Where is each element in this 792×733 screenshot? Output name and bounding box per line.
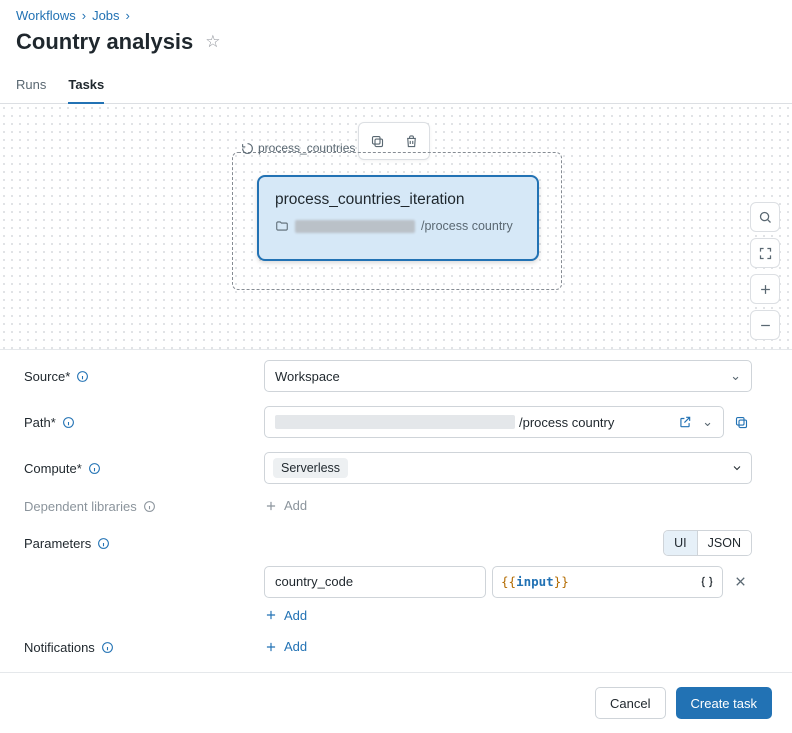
zoom-out-icon[interactable] [750,310,780,340]
star-icon[interactable]: ☆ [205,32,220,52]
compute-chip: Serverless [273,458,348,478]
cancel-button[interactable]: Cancel [595,687,665,719]
deplib-label: Dependent libraries [24,499,264,514]
task-path-suffix: /process country [421,219,513,233]
source-row: Source* Workspace ⌄ [24,360,774,392]
param-key-input[interactable] [264,566,486,598]
notifications-label: Notifications [24,640,264,655]
info-icon[interactable] [76,370,89,383]
parameters-label: Parameters [24,530,264,551]
open-external-icon[interactable] [678,415,692,429]
task-node[interactable]: process_countries_iteration /process cou… [257,175,539,261]
task-node-title: process_countries_iteration [275,191,521,209]
chevron-right-icon: › [82,8,86,23]
path-input[interactable]: /process country ⌄ [264,406,724,438]
copy-path-icon[interactable] [734,415,749,430]
add-notification[interactable]: Add [264,639,307,654]
chevron-down-icon [731,462,743,474]
folder-icon [275,219,289,233]
deplib-row: Dependent libraries Add [24,498,774,516]
fullscreen-icon[interactable] [750,238,780,268]
breadcrumb-jobs[interactable]: Jobs [92,8,119,23]
plus-icon [264,640,278,654]
breadcrumb: Workflows › Jobs › [0,0,792,27]
breadcrumb-workflows[interactable]: Workflows [16,8,76,23]
info-icon[interactable] [101,641,114,654]
tabs: Runs Tasks [0,69,792,104]
chevron-down-icon: ⌄ [730,368,741,384]
tab-tasks[interactable]: Tasks [68,69,104,104]
canvas-side-controls [750,202,780,340]
page-title-row: Country analysis ☆ [0,27,792,69]
loop-label-text: process_countries [258,141,355,155]
task-form: Source* Workspace ⌄ Path* /process count… [0,350,792,681]
info-icon[interactable] [97,537,110,550]
info-icon[interactable] [62,416,75,429]
parameter-item: {{input}} [264,566,752,598]
trash-icon[interactable] [397,127,425,155]
copy-icon[interactable] [363,127,391,155]
loop-container-node[interactable]: process_countries process_countries_iter… [232,152,562,290]
path-label: Path* [24,415,264,430]
source-select[interactable]: Workspace ⌄ [264,360,752,392]
plus-icon [264,608,278,622]
search-icon[interactable] [750,202,780,232]
task-node-path: /process country [275,219,521,233]
task-graph-canvas[interactable]: process_countries process_countries_iter… [0,104,792,350]
redacted-path [275,415,515,429]
footer: Cancel Create task [0,672,792,733]
create-task-button[interactable]: Create task [676,687,772,719]
compute-row: Compute* Serverless [24,452,774,484]
path-row: Path* /process country ⌄ [24,406,774,438]
parameters-row: Parameters UI JSON {{input}} [24,530,774,626]
parameters-mode-toggle: UI JSON [264,530,752,556]
redacted-path [295,220,415,233]
params-mode-json[interactable]: JSON [697,531,751,555]
chevron-right-icon: › [126,8,130,23]
page-title: Country analysis [16,29,193,55]
info-icon[interactable] [143,500,156,513]
remove-param-icon[interactable] [729,570,752,593]
braces-icon[interactable] [700,575,714,589]
info-icon[interactable] [88,462,101,475]
add-parameter[interactable]: Add [264,608,307,623]
path-suffix: /process country [519,415,614,430]
plus-icon [264,499,278,513]
source-value: Workspace [275,369,340,384]
tab-runs[interactable]: Runs [16,69,46,103]
notifications-row: Notifications Add [24,639,774,657]
param-value-input[interactable]: {{input}} [492,566,723,598]
zoom-in-icon[interactable] [750,274,780,304]
loop-icon [241,142,254,155]
source-label: Source* [24,369,264,384]
chevron-down-icon[interactable]: ⌄ [702,414,713,430]
compute-label: Compute* [24,461,264,476]
params-mode-ui[interactable]: UI [664,531,697,555]
loop-label: process_countries [239,141,357,155]
compute-select[interactable]: Serverless [264,452,752,484]
add-dependent-library[interactable]: Add [264,498,307,513]
